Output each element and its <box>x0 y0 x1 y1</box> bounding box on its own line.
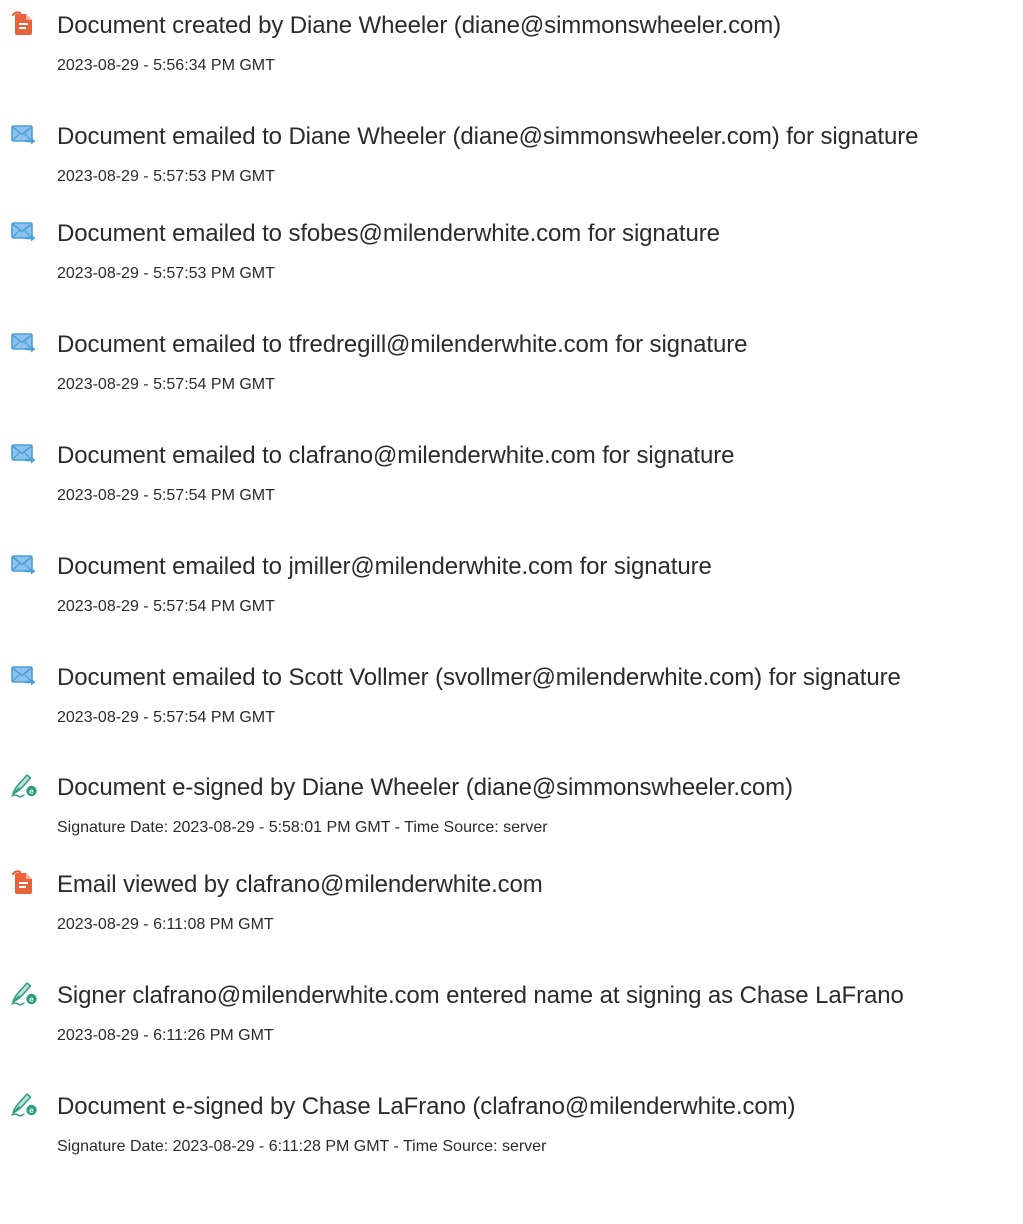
svg-text:e: e <box>29 1106 34 1115</box>
event-timestamp: 2023-08-29 - 6:11:26 PM GMT <box>57 1027 274 1044</box>
svg-text:e: e <box>29 787 34 796</box>
event-timestamp: 2023-08-29 - 5:56:34 PM GMT <box>57 57 275 74</box>
audit-event: Email viewed by clafrano@milenderwhite.c… <box>0 859 1023 959</box>
event-timestamp: 2023-08-29 - 5:57:54 PM GMT <box>57 709 275 726</box>
event-timestamp: 2023-08-29 - 5:57:54 PM GMT <box>57 376 275 393</box>
audit-event: e Document e-signed by Chase LaFrano (cl… <box>0 1081 1023 1181</box>
audit-event: e Signer clafrano@milenderwhite.com ente… <box>0 970 1023 1070</box>
email-sent-icon <box>10 121 38 147</box>
event-timestamp: 2023-08-29 - 5:57:53 PM GMT <box>57 168 275 185</box>
email-sent-icon <box>10 218 38 244</box>
event-timestamp: 2023-08-29 - 5:57:54 PM GMT <box>57 598 275 615</box>
event-description: Email viewed by clafrano@milenderwhite.c… <box>57 871 543 898</box>
event-timestamp: 2023-08-29 - 5:57:54 PM GMT <box>57 487 275 504</box>
email-sent-icon <box>10 440 38 466</box>
event-description: Document emailed to Diane Wheeler (diane… <box>57 123 919 150</box>
audit-event: Document created by Diane Wheeler (diane… <box>0 0 1023 100</box>
audit-event: Document emailed to tfredregill@milender… <box>0 319 1023 419</box>
event-description: Document created by Diane Wheeler (diane… <box>57 12 782 39</box>
event-timestamp: 2023-08-29 - 5:57:53 PM GMT <box>57 265 275 282</box>
audit-event: Document emailed to Diane Wheeler (diane… <box>0 111 1023 211</box>
email-sent-icon <box>10 662 38 688</box>
document-viewed-icon <box>10 869 38 895</box>
svg-text:e: e <box>29 995 34 1004</box>
audit-event: Document emailed to Scott Vollmer (svoll… <box>0 652 1023 752</box>
event-description: Document emailed to Scott Vollmer (svoll… <box>57 664 901 691</box>
event-description: Document emailed to sfobes@milenderwhite… <box>57 220 720 247</box>
event-description: Document emailed to clafrano@milenderwhi… <box>57 442 735 469</box>
document-created-icon <box>10 10 38 36</box>
audit-event: Document emailed to sfobes@milenderwhite… <box>0 208 1023 308</box>
audit-event: Document emailed to jmiller@milenderwhit… <box>0 541 1023 641</box>
event-timestamp: 2023-08-29 - 6:11:08 PM GMT <box>57 916 274 933</box>
e-sign-icon: e <box>10 1091 38 1117</box>
event-description: Document emailed to jmiller@milenderwhit… <box>57 553 712 580</box>
signature-date: Signature Date: 2023-08-29 - 6:11:28 PM … <box>57 1138 547 1155</box>
signature-date: Signature Date: 2023-08-29 - 5:58:01 PM … <box>57 819 548 836</box>
email-sent-icon <box>10 551 38 577</box>
audit-event: Document emailed to clafrano@milenderwhi… <box>0 430 1023 530</box>
event-description: Document e-signed by Chase LaFrano (claf… <box>57 1093 796 1120</box>
e-sign-icon: e <box>10 772 38 798</box>
event-description: Document e-signed by Diane Wheeler (dian… <box>57 774 793 801</box>
event-description: Document emailed to tfredregill@milender… <box>57 331 748 358</box>
audit-event: e Document e-signed by Diane Wheeler (di… <box>0 762 1023 862</box>
event-description: Signer clafrano@milenderwhite.com entere… <box>57 982 904 1009</box>
email-sent-icon <box>10 329 38 355</box>
e-sign-icon: e <box>10 980 38 1006</box>
